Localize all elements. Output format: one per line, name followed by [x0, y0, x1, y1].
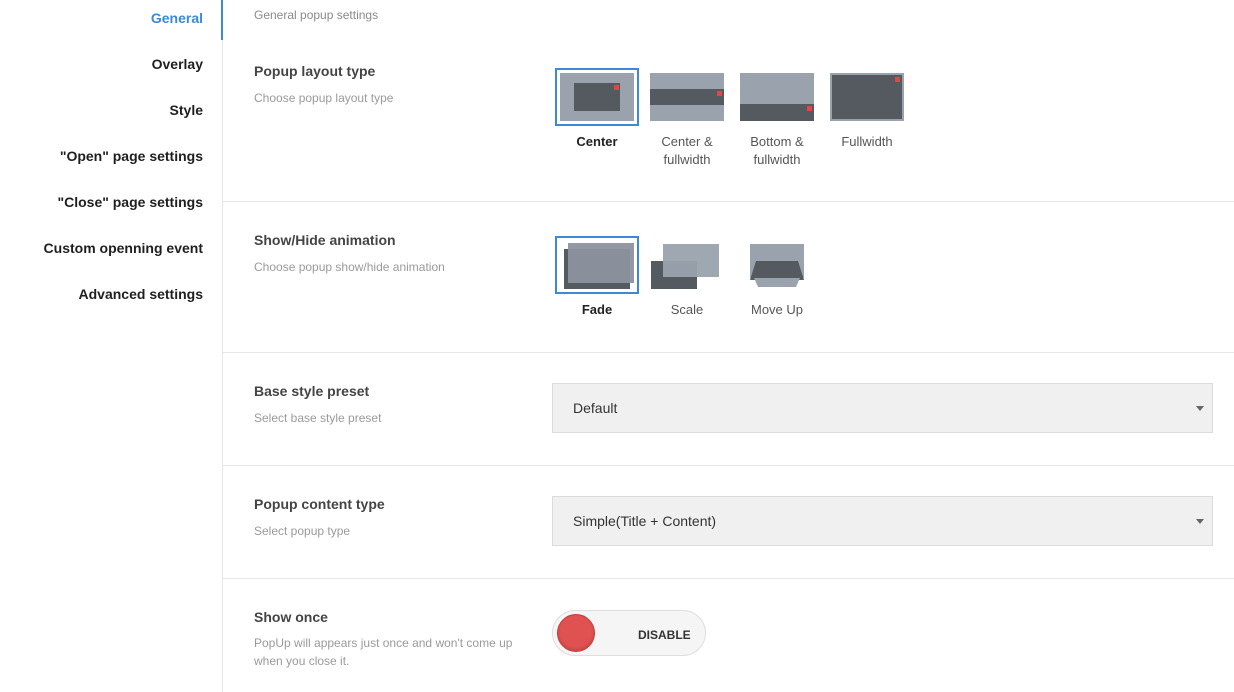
layout-option-label: Fullwidth [841, 134, 893, 149]
content-type-description: Select popup type [254, 524, 351, 538]
layout-option-center[interactable]: Center [552, 68, 642, 151]
animation-option-scale[interactable]: Scale [642, 236, 732, 319]
animation-option-label: Scale [670, 302, 704, 317]
layout-option-bottom-fullwidth[interactable]: Bottom & fullwidth [732, 68, 822, 169]
base-style-select[interactable]: Default [552, 383, 1213, 433]
content-type-title: Popup content type [254, 496, 385, 512]
show-once-title: Show once [254, 609, 328, 625]
animation-move-up-icon [735, 236, 819, 294]
layout-option-center-fullwidth[interactable]: Center & fullwidth [642, 68, 732, 169]
animation-title: Show/Hide animation [254, 232, 396, 248]
chevron-down-icon [1196, 519, 1204, 524]
layout-center-icon [555, 68, 639, 126]
show-once-description: PopUp will appears just once and won't c… [254, 636, 513, 668]
animation-option-label: Move Up [750, 302, 804, 317]
sidebar-item-custom-opening-event[interactable]: Custom openning event [44, 240, 203, 256]
chevron-down-icon [1196, 406, 1204, 411]
layout-bottom-fullwidth-icon [735, 68, 819, 126]
layout-type-description: Choose popup layout type [254, 91, 394, 105]
sidebar-item-open-page-settings[interactable]: "Open" page settings [60, 148, 203, 164]
layout-option-label: Center & fullwidth [661, 134, 713, 167]
layout-option-label: Center [576, 134, 618, 149]
sidebar-item-close-page-settings[interactable]: "Close" page settings [57, 194, 203, 210]
animation-option-fade[interactable]: Fade [552, 236, 642, 319]
content-type-section: Popup content type Select popup type Sim… [223, 466, 1234, 579]
animation-fade-icon [555, 236, 639, 294]
sidebar-item-overlay[interactable]: Overlay [152, 56, 203, 72]
base-style-value: Default [573, 400, 618, 416]
layout-center-fullwidth-icon [645, 68, 729, 126]
sidebar-item-general[interactable]: General [151, 10, 203, 26]
animation-option-label: Fade [581, 302, 613, 317]
base-style-section: Base style preset Select base style pres… [223, 353, 1234, 466]
base-style-description: Select base style preset [254, 411, 382, 425]
layout-fullwidth-icon [825, 68, 909, 126]
animation-section: Show/Hide animation Choose popup show/hi… [223, 202, 1234, 353]
sidebar-item-advanced-settings[interactable]: Advanced settings [79, 286, 203, 302]
layout-type-section: Popup layout type Choose popup layout ty… [223, 40, 1234, 202]
settings-panel: General popup settings Popup layout type… [223, 0, 1234, 692]
toggle-knob [557, 614, 595, 652]
section-description: General popup settings [254, 8, 379, 22]
toggle-state-label: DISABLE [638, 628, 691, 642]
sidebar-item-style[interactable]: Style [170, 102, 203, 118]
animation-description: Choose popup show/hide animation [254, 260, 445, 274]
layout-type-title: Popup layout type [254, 63, 376, 79]
animation-scale-icon [645, 236, 729, 294]
layout-option-label: Bottom & fullwidth [750, 134, 804, 167]
show-once-toggle[interactable]: DISABLE [552, 610, 706, 656]
layout-option-fullwidth[interactable]: Fullwidth [822, 68, 912, 151]
base-style-title: Base style preset [254, 383, 370, 399]
content-type-value: Simple(Title + Content) [573, 513, 717, 529]
animation-option-move-up[interactable]: Move Up [732, 236, 822, 319]
content-type-select[interactable]: Simple(Title + Content) [552, 496, 1213, 546]
sidebar: General Overlay Style "Open" page settin… [0, 0, 223, 692]
